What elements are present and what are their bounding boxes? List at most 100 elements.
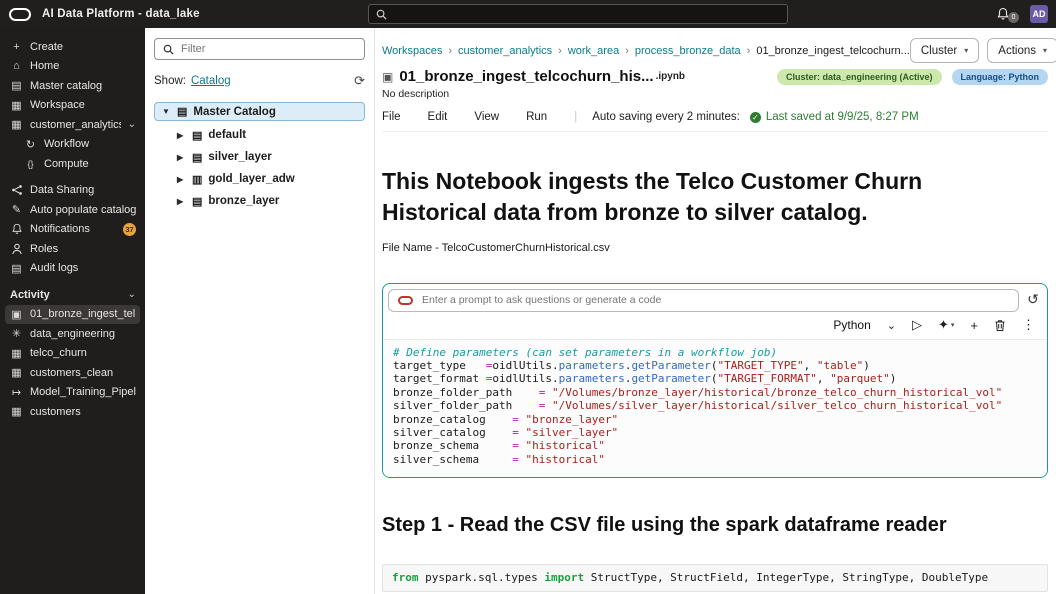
menu-view[interactable]: View xyxy=(474,111,499,123)
sidebar-item-label: Auto populate catalog xyxy=(30,203,136,216)
menu-edit[interactable]: Edit xyxy=(428,111,448,123)
breadcrumb-process-bronze-data[interactable]: process_bronze_data xyxy=(635,45,741,57)
breadcrumb-workspaces[interactable]: Workspaces xyxy=(382,45,442,57)
ai-prompt-box[interactable] xyxy=(388,288,1019,312)
activity-item-data-engineering[interactable]: ✳ data_engineering xyxy=(0,324,145,344)
breadcrumb-separator: › xyxy=(558,44,562,57)
menu-divider: | xyxy=(574,111,578,123)
sidebar-item-master-catalog[interactable]: ▤ Master catalog xyxy=(0,76,145,96)
tree-collapsed-icon[interactable]: ▶ xyxy=(177,175,186,184)
sidebar-item-create[interactable]: + Create xyxy=(0,37,145,57)
sidebar-item-label: Data Sharing xyxy=(30,184,95,197)
show-catalog-link[interactable]: Catalog xyxy=(191,75,231,87)
activity-header-label: Activity xyxy=(10,288,50,301)
cell-code-editor[interactable]: # Define parameters (can set parameters … xyxy=(383,339,1047,478)
language-badge: Language: Python xyxy=(951,68,1048,85)
global-search[interactable] xyxy=(368,4,788,24)
tree-node-default[interactable]: ▶ ▤ default xyxy=(154,127,365,143)
sidebar-item-label: Compute xyxy=(44,157,89,170)
show-label: Show: xyxy=(154,75,186,87)
generate-code-icon[interactable]: ✦ ▾ xyxy=(938,317,954,333)
sparkle-icon: ✦ xyxy=(937,317,949,333)
notebook-description: No description xyxy=(382,88,450,100)
sidebar-item-label: Workspace xyxy=(30,99,85,112)
sidebar-activity-header[interactable]: Activity ⌄ xyxy=(0,285,145,305)
tree-node-silver-layer[interactable]: ▶ ▤ silver_layer xyxy=(154,149,365,165)
sidebar-item-workflow[interactable]: ↻ Workflow xyxy=(0,135,145,155)
sidebar-item-workspace[interactable]: ▦ Workspace xyxy=(0,96,145,116)
kebab-menu-icon[interactable]: ⋮ xyxy=(1022,317,1035,333)
header-divider xyxy=(382,131,1048,132)
run-cell-icon[interactable]: ▷ xyxy=(912,317,922,333)
trash-icon[interactable] xyxy=(994,319,1006,332)
app-title: AI Data Platform - data_lake xyxy=(42,8,200,20)
notebook-icon: ▣ xyxy=(11,308,22,321)
person-icon xyxy=(10,243,23,255)
sidebar-item-roles[interactable]: Roles xyxy=(0,239,145,259)
breadcrumb-customer-analytics[interactable]: customer_analytics xyxy=(458,45,552,57)
tree-node-master-catalog[interactable]: ▼ ▤ Master Catalog xyxy=(154,102,365,121)
breadcrumb-separator: › xyxy=(746,44,751,57)
filter-input[interactable] xyxy=(181,43,356,55)
catalog-tree: ▼ ▤ Master Catalog ▶ ▤ default ▶ ▤ silve… xyxy=(154,102,365,209)
activity-item-model-training-pipeline[interactable]: ↦ Model_Training_Pipel... xyxy=(0,383,145,403)
actions-button[interactable]: Actions ▾ xyxy=(987,38,1056,63)
activity-item-label: customers xyxy=(30,405,81,418)
tree-node-gold-layer-adw[interactable]: ▶ ▥ gold_layer_adw xyxy=(154,171,365,187)
plus-icon: + xyxy=(13,40,20,53)
notifications-bell-icon[interactable]: 0 xyxy=(996,7,1019,23)
language-select[interactable]: Python xyxy=(833,318,870,332)
notification-count-badge: 0 xyxy=(1008,12,1019,23)
breadcrumb-separator: › xyxy=(625,44,629,57)
tree-collapsed-icon[interactable]: ▶ xyxy=(177,197,186,206)
ai-prompt-input[interactable] xyxy=(422,294,1009,307)
menu-run[interactable]: Run xyxy=(526,111,547,123)
notifications-count-badge: 37 xyxy=(123,222,136,236)
table-icon: ▦ xyxy=(11,367,22,380)
refresh-icon[interactable]: ⟳ xyxy=(354,73,365,89)
tree-node-label: bronze_layer xyxy=(208,195,280,207)
cell-toolbar: Python ⌄ ▷ ✦ ▾ + ⋮ xyxy=(383,312,1047,340)
global-search-input[interactable] xyxy=(393,8,780,20)
pipeline-icon: ↦ xyxy=(11,386,22,399)
filter-box[interactable] xyxy=(154,38,365,60)
markdown-subtext: File Name - TelcoCustomerChurnHistorical… xyxy=(382,241,610,254)
sidebar-item-compute[interactable]: {} Compute xyxy=(0,154,145,174)
tree-collapsed-icon[interactable]: ▶ xyxy=(177,153,186,162)
cluster-button[interactable]: Cluster ▾ xyxy=(909,38,980,63)
sidebar-item-notifications[interactable]: Notifications 37 xyxy=(0,220,145,240)
activity-item-customers[interactable]: ▦ customers xyxy=(0,402,145,422)
activity-item-telco-churn[interactable]: ▦ telco_churn xyxy=(0,344,145,364)
activity-item-notebook[interactable]: ▣ 01_bronze_ingest_tel... xyxy=(5,304,140,324)
sidebar-item-customer-analytics[interactable]: ▦ customer_analytics ⌄ xyxy=(0,115,145,135)
table-icon: ▦ xyxy=(11,347,22,360)
sidebar-item-label: Master catalog xyxy=(30,79,103,92)
code-cell: ↺ Python ⌄ ▷ ✦ ▾ + ⋮ # Define parameters… xyxy=(382,282,1048,479)
schema-book-icon: ▤ xyxy=(192,195,203,208)
workspace-icon: ▦ xyxy=(11,119,22,132)
notebook-title: 01_bronze_ingest_telcochurn_his... xyxy=(399,68,654,85)
menu-file[interactable]: File xyxy=(382,111,401,123)
history-icon[interactable]: ↺ xyxy=(1024,289,1042,309)
add-cell-icon[interactable]: + xyxy=(970,318,978,333)
tree-node-label: gold_layer_adw xyxy=(208,173,295,185)
share-icon xyxy=(10,184,23,196)
activity-item-label: customers_clean xyxy=(30,366,114,379)
tree-expanded-icon[interactable]: ▼ xyxy=(162,107,171,116)
sidebar-item-auto-populate-catalog[interactable]: ✎ Auto populate catalog xyxy=(0,200,145,220)
table-icon: ▦ xyxy=(11,406,22,419)
sidebar-item-audit-logs[interactable]: ▤ Audit logs xyxy=(0,259,145,279)
chevron-down-icon[interactable]: ⌄ xyxy=(887,319,896,332)
avatar[interactable]: AD xyxy=(1030,5,1048,23)
tree-collapsed-icon[interactable]: ▶ xyxy=(177,131,186,140)
sidebar-item-home[interactable]: ⌂ Home xyxy=(0,57,145,77)
tree-node-bronze-layer[interactable]: ▶ ▤ bronze_layer xyxy=(154,193,365,209)
cluster-badge: Cluster: data_engineering (Active) xyxy=(776,68,942,85)
breadcrumb-work-area[interactable]: work_area xyxy=(568,45,619,57)
activity-item-label: telco_churn xyxy=(30,347,87,360)
code-cell-imports[interactable]: from pyspark.sql.types import StructType… xyxy=(382,564,1048,592)
sidebar-item-data-sharing[interactable]: Data Sharing xyxy=(0,181,145,201)
activity-item-customers-clean[interactable]: ▦ customers_clean xyxy=(0,363,145,383)
activity-item-label: Model_Training_Pipel... xyxy=(30,386,136,399)
sidebar-item-label: Notifications xyxy=(30,223,90,236)
